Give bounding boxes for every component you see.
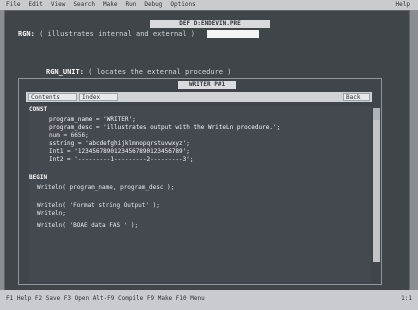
menu-bar: File Edit View Search Make Run Debug Opt… bbox=[0, 0, 418, 10]
writer-window-title: WRITER P#1 bbox=[178, 81, 236, 89]
code-line: Writeln; bbox=[37, 210, 66, 217]
scroll-thumb[interactable] bbox=[373, 108, 380, 120]
code-panel[interactable]: CONST program_name = 'WRITER'; program_d… bbox=[29, 106, 371, 282]
rgn-unit-label: RGN_UNIT: bbox=[46, 68, 84, 76]
back-button[interactable]: Back bbox=[343, 93, 370, 101]
rgn-input[interactable] bbox=[207, 30, 260, 38]
index-button[interactable]: Index bbox=[79, 93, 118, 101]
contents-button[interactable]: Contents bbox=[28, 93, 77, 101]
rgn-value: ( illustrates internal and external ) bbox=[39, 30, 196, 38]
code-line: sstring = 'abcdefghijklmnopqrstuvwxyz'; bbox=[49, 140, 190, 147]
code-line: num = 6656; bbox=[49, 132, 89, 139]
code-line: program_desc = 'illustrates output with … bbox=[49, 124, 281, 131]
menu-make[interactable]: Make bbox=[103, 1, 117, 8]
code-line: Writeln( 'BOAE data FAS ' ); bbox=[37, 222, 139, 229]
form-row-rgn: RGN: ( illustrates internal and external… bbox=[18, 30, 348, 40]
code-line: Int2 = '---------1---------2---------3'; bbox=[49, 156, 194, 163]
menu-edit[interactable]: Edit bbox=[28, 1, 42, 8]
menu-options[interactable]: Options bbox=[170, 1, 195, 8]
status-bar: F1 Help F2 Save F3 Open Alt-F9 Compile F… bbox=[0, 290, 418, 310]
menu-view[interactable]: View bbox=[51, 1, 65, 8]
writer-navigation: Contents Index Back bbox=[26, 92, 372, 102]
code-line: Writeln( program_name, program_desc ); bbox=[37, 184, 175, 191]
code-line: program_name = 'WRITER'; bbox=[49, 116, 136, 123]
code-line: CONST bbox=[29, 106, 48, 113]
vertical-scrollbar[interactable] bbox=[373, 108, 380, 262]
menu-debug[interactable]: Debug bbox=[144, 1, 162, 8]
status-left-text: F1 Help F2 Save F3 Open Alt-F9 Compile F… bbox=[6, 295, 205, 302]
status-right-text: 1:1 bbox=[401, 295, 412, 302]
code-line: BEGIN bbox=[29, 174, 48, 181]
code-line: Writeln( 'Format string Output' ); bbox=[37, 202, 160, 209]
rgn-unit-value: ( locates the external procedure ) bbox=[88, 68, 232, 76]
outer-window-title: DEF D:ENDEVIN.PRE bbox=[150, 20, 270, 28]
menu-run[interactable]: Run bbox=[126, 1, 137, 8]
form-row-rgn-unit: RGN_UNIT: ( locates the external procedu… bbox=[46, 68, 326, 78]
menu-search[interactable]: Search bbox=[73, 1, 95, 8]
rgn-label: RGN: bbox=[18, 30, 35, 38]
menu-help[interactable]: Help bbox=[396, 1, 410, 8]
menu-row: File Edit View Search Make Run Debug Opt… bbox=[6, 1, 196, 8]
code-line: Int1 = '12345678901234567890123456789'; bbox=[49, 148, 190, 155]
menu-file[interactable]: File bbox=[6, 1, 20, 8]
